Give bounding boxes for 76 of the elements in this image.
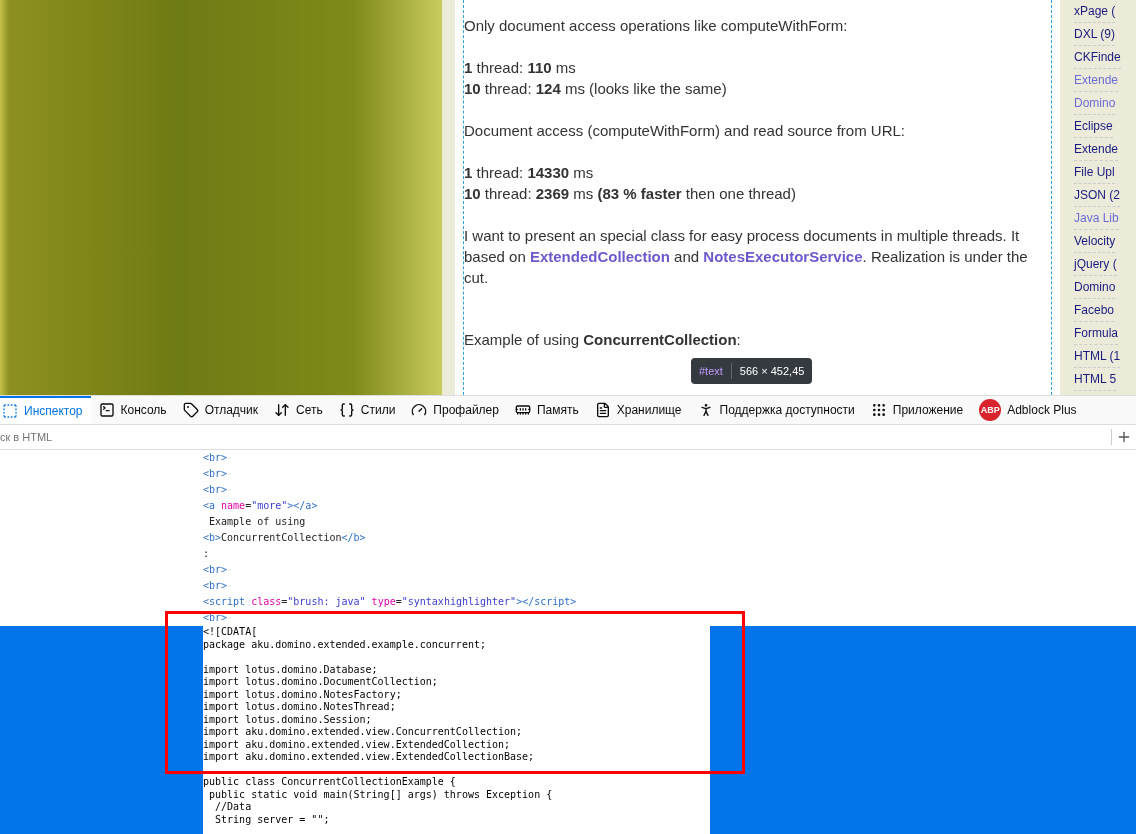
devtools-tab[interactable]: Стили (330, 396, 404, 424)
code-line: import lotus.domino.NotesThread; (203, 701, 396, 714)
category-link[interactable]: Extende (1074, 138, 1119, 161)
code-line: //Data (214, 801, 252, 814)
paragraph: I want to present an special class for easy process documents in multiple threads. It based on ExtendedCollection and NotesExecutorService. Realization is under the cut. (464, 226, 1029, 288)
markup-line[interactable]: <br> (203, 450, 228, 466)
category-link[interactable]: Java Lib (1074, 207, 1119, 230)
devtools-tab[interactable]: Приложение (862, 396, 972, 424)
devtools-tab[interactable]: Отладчик (174, 396, 267, 424)
category-link[interactable]: Domino (1074, 92, 1116, 115)
code-line: package aku.domino.extended.example.concurrent; (203, 638, 486, 651)
paragraph: Only document access operations like computeWithForm: (464, 16, 849, 36)
code-line: <![CDATA[ (203, 626, 258, 639)
markup-line[interactable]: <br> (203, 578, 228, 594)
paragraph: Example of using ConcurrentCollection: (464, 330, 742, 350)
code-line: public class ConcurrentCollectionExample { (203, 775, 456, 789)
category-link[interactable]: HTML 5 (1074, 368, 1117, 391)
paragraph: 1 thread: 14330 ms (464, 163, 595, 183)
paragraph: 10 thread: 2369 ms (83 % faster then one thread) (464, 184, 797, 204)
devtools-tab[interactable]: ABP Adblock Plus (971, 396, 1085, 424)
code-line: import aku.domino.extended.view.ConcurrentCollection; (203, 726, 523, 739)
devtools-tab[interactable]: Память (506, 396, 587, 424)
code-line: import lotus.domino.NotesFactory; (203, 688, 402, 701)
category-link[interactable]: Velocity (1074, 230, 1116, 253)
code-line: String server = ""; (214, 813, 330, 826)
category-link[interactable]: Eclipse (1074, 115, 1113, 138)
paragraph: 10 thread: 124 ms (looks like the same) (464, 79, 728, 99)
add-icon[interactable] (1116, 429, 1132, 445)
code-line: import lotus.domino.Session; (203, 713, 372, 726)
link[interactable]: ExtendedCollection (529, 248, 670, 265)
code-line: import aku.domino.extended.view.ExtendedCollectionBase; (203, 751, 535, 764)
document-icon (594, 402, 611, 418)
category-link[interactable]: Extende (1074, 69, 1119, 92)
memory-chip-icon (514, 402, 531, 418)
markup-line[interactable]: Example of using (203, 514, 306, 530)
gauge-icon (411, 402, 428, 418)
code-line: import aku.domino.extended.view.ExtendedCollection; (203, 738, 511, 751)
dots-grid-icon (870, 402, 887, 418)
devtools-tab[interactable]: Профайлер (403, 396, 507, 424)
stop-sign-icon: ABP (979, 399, 1002, 421)
link[interactable]: NotesExecutorService (703, 248, 863, 265)
paragraph: 1 thread: 110 ms (464, 58, 577, 78)
inspector-icon (2, 403, 18, 419)
category-link[interactable]: Domino (1074, 276, 1116, 299)
code-line: import lotus.domino.Database; (203, 662, 378, 676)
category-link[interactable]: HTML (1 (1074, 345, 1121, 368)
category-link[interactable]: JSON (2 (1074, 184, 1120, 207)
category-link[interactable]: File Upl (1074, 161, 1115, 184)
markup-line[interactable]: <br> (203, 466, 228, 482)
devtools-tab[interactable]: Сеть (266, 396, 331, 424)
category-link[interactable]: Facebo (1074, 299, 1115, 322)
category-link[interactable]: Formula (1074, 322, 1118, 345)
markup-line[interactable]: : (203, 546, 210, 562)
category-link[interactable]: DXL (9) (1074, 23, 1115, 46)
devtools-tab[interactable]: Хранилище (586, 396, 690, 424)
devtools-tab[interactable]: Консоль (90, 396, 175, 424)
console-icon (98, 402, 115, 418)
markup-line[interactable]: <br> (203, 610, 228, 626)
markup-line[interactable]: <br> (203, 482, 228, 498)
markup-line[interactable]: <script class="brush: java" type="syntaxhighlighter"></script> (203, 594, 577, 610)
paragraph: Document access (computeWithForm) and read source from URL: (464, 121, 906, 141)
node-size: 566 × 452,45 (739, 365, 805, 377)
code-line: import lotus.domino.DocumentCollection; (203, 676, 438, 689)
markup-line[interactable]: <a name="more"></a> (203, 498, 318, 514)
devtools-tab[interactable]: Инспектор (0, 396, 91, 424)
category-link[interactable]: xPage ( (1074, 0, 1116, 23)
braces-icon (338, 402, 355, 418)
category-link[interactable]: CKFinde (1074, 46, 1121, 69)
devtools-tab[interactable]: Поддержка доступности (689, 396, 863, 424)
code-line: public static void main(String[] args) throws Exception { (208, 788, 553, 801)
arrows-icon (274, 402, 291, 418)
tag-icon (182, 402, 199, 418)
node-name: #text (699, 365, 723, 377)
category-link[interactable]: jQuery ( (1074, 253, 1117, 276)
markup-line[interactable]: <br> (203, 562, 228, 578)
markup-line[interactable]: <b>ConcurrentCollection</b> (203, 530, 366, 546)
